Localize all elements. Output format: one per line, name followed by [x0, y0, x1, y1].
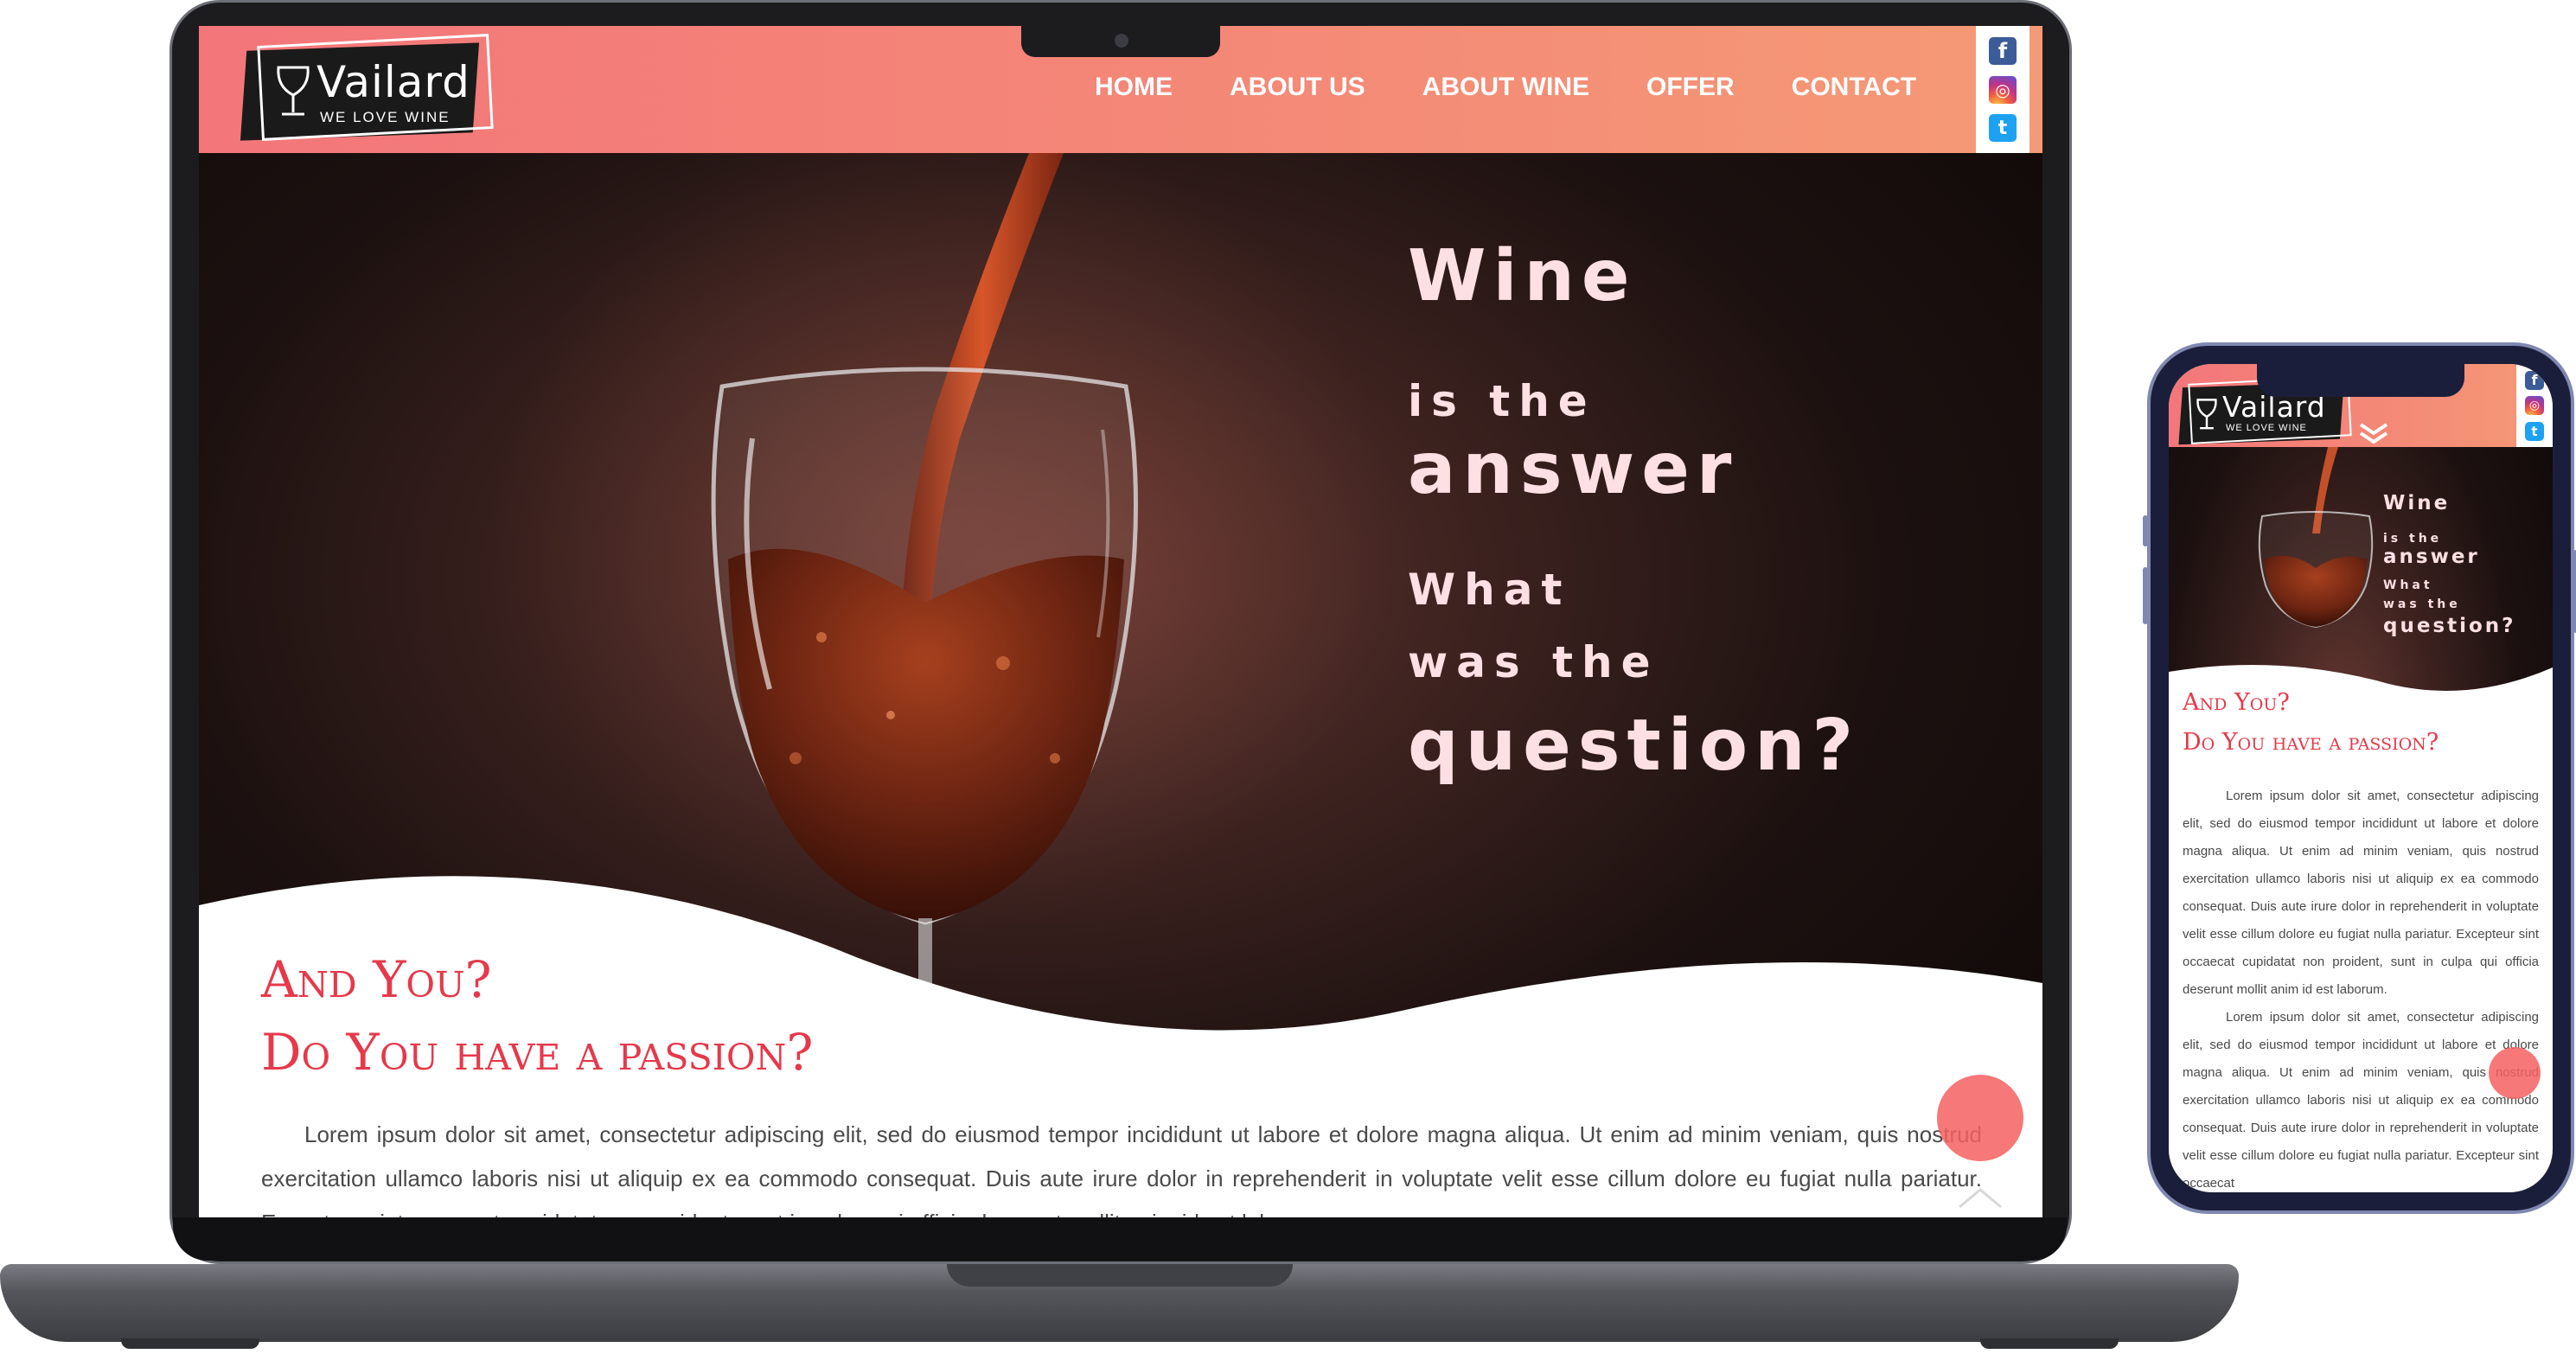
phone-notch — [2257, 364, 2464, 397]
wine-glass-logo-icon — [277, 66, 310, 116]
intro-paragraph: Lorem ipsum dolor sit amet, consectetur … — [261, 1121, 1982, 1217]
laptop-chin — [173, 1217, 2067, 1261]
mobile-floating-action-button[interactable] — [2489, 1047, 2541, 1099]
mobile-intro-paragraph: Lorem ipsum dolor sit amet, consectetur … — [2183, 789, 2539, 1191]
twitter-icon[interactable]: t — [1989, 114, 2017, 143]
mobile-hero-line-question: question? — [2383, 615, 2516, 637]
nav-about-wine[interactable]: ABOUT WINE — [1422, 73, 1589, 102]
facebook-icon[interactable]: f — [1989, 36, 2017, 65]
floating-action-button[interactable] — [1937, 1075, 2023, 1161]
social-links: f ◎ t — [1976, 26, 2029, 153]
instagram-icon[interactable]: ◎ — [1989, 75, 2017, 104]
mobile-wine-glass-icon — [2196, 399, 2217, 430]
nav-home[interactable]: HOME — [1095, 73, 1173, 102]
mobile-section-title-line2: Do You have a passion? — [2183, 729, 2439, 756]
logo-tagline: WE LOVE WINE — [320, 109, 451, 125]
section-title-line2: Do You have a passion? — [261, 1023, 814, 1082]
mobile-hero-line-is-the: is the — [2383, 532, 2443, 546]
mobile-logo-tagline: WE LOVE WINE — [2226, 423, 2307, 433]
mobile-social-links: f ◎ t — [2516, 364, 2553, 447]
mobile-hero-line-wine: Wine — [2383, 492, 2451, 514]
hero-line-was-the: was the — [1408, 637, 1659, 687]
laptop-foot-right — [1980, 1338, 2119, 1349]
hero-line-answer: answer — [1408, 428, 1739, 510]
main-nav: HOME ABOUT US ABOUT WINE OFFER CONTACT — [1095, 73, 1916, 102]
laptop-base-groove — [947, 1264, 1293, 1287]
hero-line-wine: Wine — [1408, 235, 1637, 317]
hero-line-is-the: is the — [1408, 376, 1596, 426]
laptop-foot-left — [121, 1338, 259, 1349]
mobile-hero-line-answer: answer — [2383, 546, 2480, 568]
mobile-hero-line-what: What — [2383, 578, 2433, 592]
nav-offer[interactable]: OFFER — [1646, 73, 1735, 102]
hero-section: Wine is the answer What was the question… — [199, 153, 2042, 1217]
section-title-line1: And You? — [261, 950, 492, 1009]
laptop-camera-notch — [1021, 26, 1220, 57]
phone-screen: Vailard WE LOVE WINE f ◎ t Wine is the a… — [2169, 364, 2553, 1192]
mobile-menu-chevron-icon[interactable] — [2357, 421, 2390, 445]
hero-line-what: What — [1408, 565, 1571, 615]
mobile-instagram-icon[interactable]: ◎ — [2525, 396, 2544, 415]
mobile-twitter-icon[interactable]: t — [2525, 421, 2544, 441]
scroll-up-chevron-icon[interactable] — [1954, 1185, 2006, 1210]
camera-icon — [1115, 34, 1128, 48]
hero-line-question: question? — [1408, 705, 1861, 787]
laptop-screen: Vailard WE LOVE WINE HOME ABOUT US ABOUT… — [199, 26, 2042, 1217]
mobile-hero-line-was-the: was the — [2383, 597, 2461, 611]
mobile-section-title-line1: And You? — [2183, 689, 2290, 716]
nav-about-us[interactable]: ABOUT US — [1230, 73, 1365, 102]
nav-contact[interactable]: CONTACT — [1792, 73, 1916, 102]
mobile-facebook-icon[interactable]: f — [2525, 370, 2544, 390]
logo-name: Vailard — [316, 57, 470, 107]
